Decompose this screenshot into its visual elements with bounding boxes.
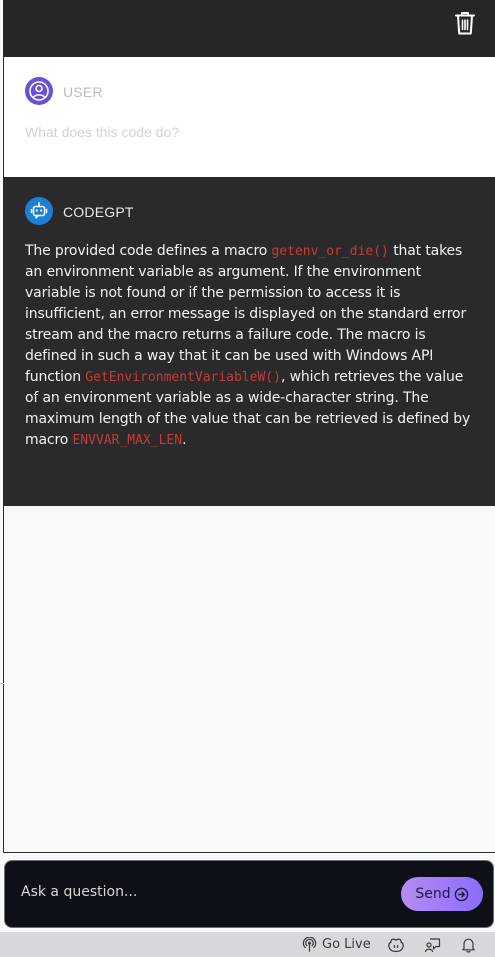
chat-input-area: Send	[4, 860, 494, 928]
broadcast-icon	[302, 937, 317, 952]
code-getenvironmentvariablew: GetEnvironmentVariableW()	[85, 370, 281, 385]
feedback-icon	[424, 937, 441, 952]
trash-icon	[455, 12, 475, 35]
robot-icon	[30, 202, 48, 219]
user-circle-icon	[29, 81, 49, 101]
send-button[interactable]: Send	[401, 877, 483, 911]
send-label: Send	[415, 886, 451, 902]
chat-header	[4, 0, 495, 57]
assistant-message: CODEGPT The provided code defines a macr…	[4, 177, 495, 506]
assistant-message-text: The provided code defines a macro getenv…	[25, 241, 477, 451]
user-message-text: What does this code do?	[25, 124, 180, 140]
user-role-label: USER	[63, 84, 103, 100]
clear-chat-button[interactable]	[453, 10, 477, 36]
assistant-role-label: CODEGPT	[63, 204, 134, 220]
user-message: USER What does this code do?	[4, 57, 495, 177]
code-envvar-max-len: ENVVAR_MAX_LEN	[72, 433, 183, 448]
assistant-avatar	[25, 197, 53, 225]
text-segment: The provided code defines a macro	[25, 243, 272, 259]
text-segment: .	[182, 432, 187, 448]
user-avatar	[25, 77, 53, 105]
question-input[interactable]	[19, 877, 383, 907]
notifications-button[interactable]	[461, 932, 476, 957]
status-bar: Go Live	[0, 932, 495, 957]
text-segment: that takes an environment variable as ar…	[25, 243, 467, 385]
go-live-label: Go Live	[322, 937, 371, 952]
copilot-status-button[interactable]	[387, 932, 405, 957]
bell-icon	[462, 938, 475, 953]
feedback-button[interactable]	[424, 932, 441, 957]
panel-edge-marker	[0, 683, 4, 684]
copilot-icon	[388, 938, 404, 952]
code-getenv-or-die: getenv_or_die()	[271, 244, 389, 259]
arrow-circle-right-icon	[454, 887, 468, 901]
go-live-button[interactable]: Go Live	[302, 932, 371, 957]
